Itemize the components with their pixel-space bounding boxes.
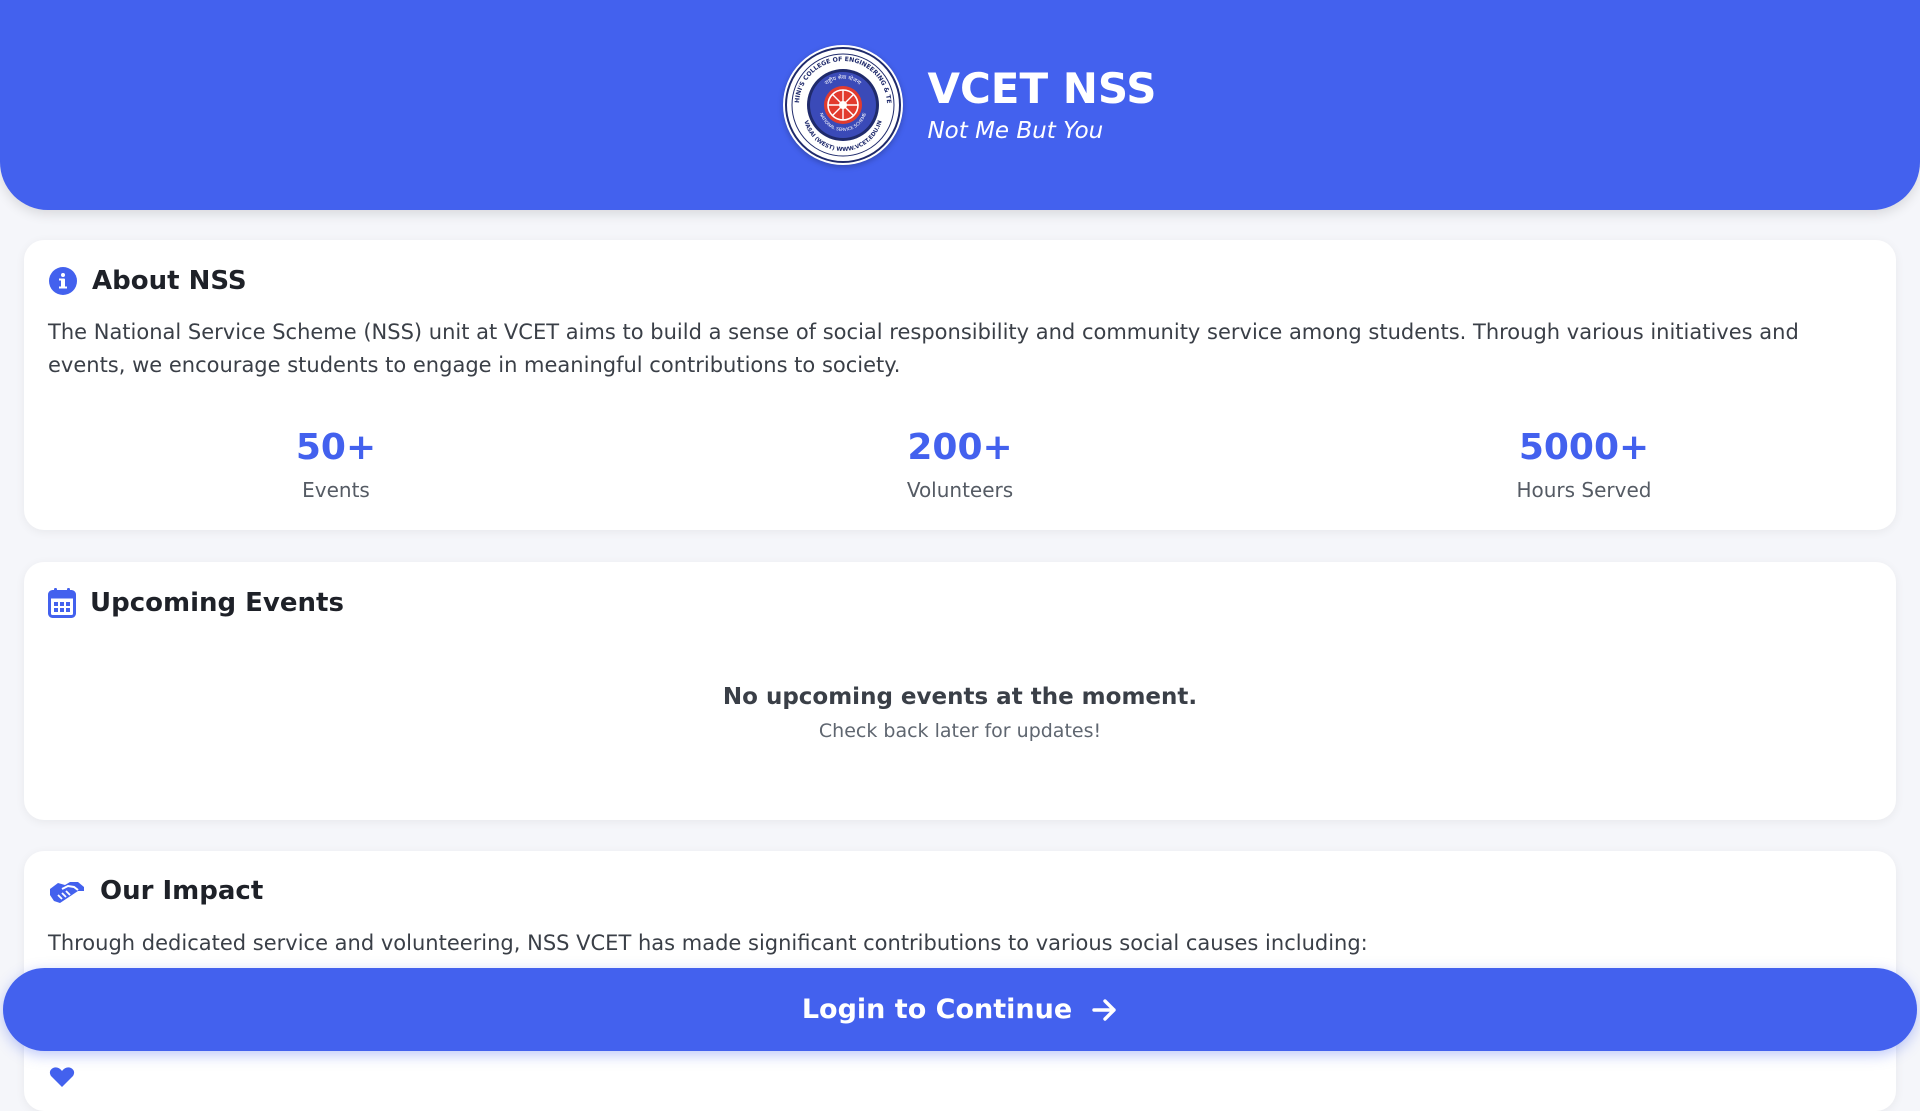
stat-value: 200+ xyxy=(907,427,1013,468)
login-button[interactable]: Login to Continue xyxy=(3,968,1917,1051)
handshake-icon xyxy=(48,875,86,907)
app-title: VCET NSS xyxy=(927,64,1157,113)
login-button-label: Login to Continue xyxy=(801,994,1073,1025)
impact-title: Our Impact xyxy=(100,876,264,906)
impact-header: Our Impact xyxy=(48,875,263,907)
stat-value: 50+ xyxy=(295,427,377,468)
info-icon xyxy=(48,266,78,296)
events-header: Upcoming Events xyxy=(48,587,344,619)
brand: VIDYAVARDHINI'S COLLEGE OF ENGINEERING &… xyxy=(783,45,1157,165)
about-description: The National Service Scheme (NSS) unit a… xyxy=(48,320,1799,377)
app-tagline: Not Me But You xyxy=(927,118,1104,144)
stat-value: 5000+ xyxy=(1518,427,1650,468)
empty-state-title: No upcoming events at the moment. xyxy=(722,684,1198,710)
events-title: Upcoming Events xyxy=(90,588,344,618)
calendar-icon xyxy=(48,587,76,619)
stat-label: Volunteers xyxy=(906,478,1014,502)
nss-logo: VIDYAVARDHINI'S COLLEGE OF ENGINEERING &… xyxy=(783,45,904,165)
stat-hours: 5000+ Hours Served xyxy=(1272,426,1896,502)
list-item xyxy=(48,1059,76,1095)
stat-volunteers: 200+ Volunteers xyxy=(648,426,1272,502)
events-card: Upcoming Events No upcoming events at th… xyxy=(24,562,1896,820)
about-header: About NSS xyxy=(48,266,247,296)
stat-label: Hours Served xyxy=(1516,478,1652,502)
stats-row: 50+ Events 200+ Volunteers 5000+ Hours S… xyxy=(24,426,1896,502)
stat-events: 50+ Events xyxy=(24,426,648,502)
events-empty-state: No upcoming events at the moment. Check … xyxy=(24,684,1896,742)
heart-icon xyxy=(48,1066,76,1088)
arrow-right-icon xyxy=(1092,998,1118,1022)
stat-label: Events xyxy=(302,478,370,502)
app-header: VIDYAVARDHINI'S COLLEGE OF ENGINEERING &… xyxy=(0,0,1920,210)
brand-text: VCET NSS Not Me But You xyxy=(927,63,1156,147)
impact-description: Through dedicated service and volunteeri… xyxy=(48,931,1368,955)
about-title: About NSS xyxy=(92,266,247,296)
empty-state-subtitle: Check back later for updates! xyxy=(818,720,1102,742)
about-card: About NSS The National Service Scheme (N… xyxy=(24,240,1896,530)
